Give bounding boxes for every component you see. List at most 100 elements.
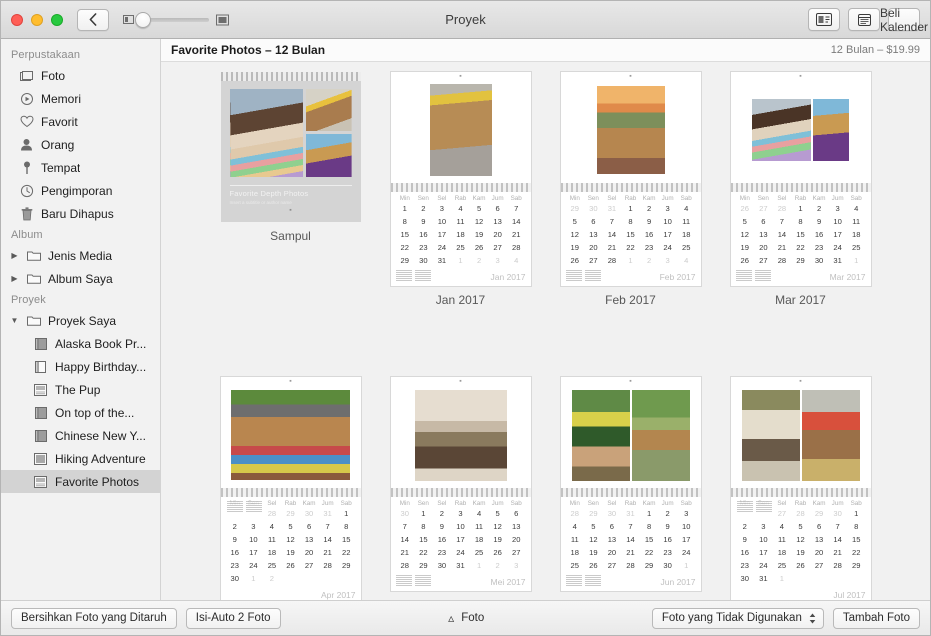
calendar-day: 22: [621, 242, 640, 253]
clear-placed-photos-button[interactable]: Bersihkan Foto yang Ditaruh: [11, 608, 177, 629]
add-photos-button[interactable]: Tambah Foto: [833, 608, 920, 629]
calendar-day: 1: [773, 573, 792, 584]
sidebar-item-hiking-adventure[interactable]: Hiking Adventure: [1, 447, 160, 470]
calendar-page-mei[interactable]: ▪ Min Sen Sel Rab: [391, 377, 531, 591]
calendar-day: 28: [318, 560, 337, 571]
calendar-day: 30: [584, 203, 603, 214]
calendar-page-jun[interactable]: ▪ Min Sen Sel Rab: [561, 377, 701, 591]
cover-photo-secondary-1[interactable]: [306, 89, 351, 131]
page-photo[interactable]: [430, 84, 492, 176]
page-cell-jan[interactable]: ▪ Min Sen Sel Rab: [391, 72, 531, 307]
sidebar-item-baru-dihapus[interactable]: Baru Dihapus: [1, 202, 160, 225]
sidebar-item-alaska-book[interactable]: Alaska Book Pr...: [1, 332, 160, 355]
sidebar-item-happy-birthday[interactable]: Happy Birthday...: [1, 355, 160, 378]
disclosure-triangle-collapsed-icon[interactable]: ▶: [10, 251, 19, 260]
calendar-day: 30: [300, 508, 319, 519]
sidebar-item-pengimporan[interactable]: Pengimporan: [1, 179, 160, 202]
calendar-day: 2: [488, 560, 507, 571]
sidebar-item-jenis-media[interactable]: ▶ Jenis Media: [1, 244, 160, 267]
calendar-page-apr[interactable]: ▪ Min Sen Sel Rab: [221, 377, 361, 600]
page-cell-jun[interactable]: ▪ Min Sen Sel Rab: [561, 377, 701, 600]
calendar-day: 10: [677, 521, 696, 532]
calendar-page-mar[interactable]: ▪ Min Sen Sel Rab: [731, 72, 871, 286]
page-photo[interactable]: [231, 390, 350, 480]
photo-area[interactable]: [561, 383, 701, 488]
photo-area[interactable]: [221, 383, 361, 488]
sidebar-item-favorite-photos[interactable]: Favorite Photos: [1, 470, 160, 493]
calendar-day: 15: [640, 534, 659, 545]
sidebar-item-album-saya[interactable]: ▶ Album Saya: [1, 267, 160, 290]
page-photo[interactable]: [597, 86, 665, 174]
sidebar-item-favorit[interactable]: Favorit: [1, 110, 160, 133]
cover-photo-main[interactable]: [230, 89, 304, 177]
sidebar-item-memori[interactable]: Memori: [1, 87, 160, 110]
book-view-button[interactable]: [808, 8, 840, 31]
sidebar-item-foto[interactable]: Foto: [1, 64, 160, 87]
calendar-day: 9: [736, 534, 755, 545]
slider-knob[interactable]: [135, 12, 151, 28]
zoom-window-button[interactable]: [51, 14, 63, 26]
page-cell-mei[interactable]: ▪ Min Sen Sel Rab: [391, 377, 531, 600]
calendar-page-jul[interactable]: ▪ Min Sen Sel Rab: [731, 377, 871, 600]
page-cell-jul[interactable]: ▪ Min Sen Sel Rab: [731, 377, 871, 600]
photo-filter-popup[interactable]: Foto yang Tidak Digunakan: [652, 608, 824, 629]
sidebar-item-the-pup[interactable]: The Pup: [1, 378, 160, 401]
page-photo-left[interactable]: [742, 390, 800, 481]
cover-title-text[interactable]: Favorite Depth Photos: [230, 185, 352, 198]
page-photo-right[interactable]: [802, 390, 860, 481]
cover-photo-group[interactable]: [230, 89, 352, 177]
page-photo-left[interactable]: [572, 390, 630, 481]
calendar-view-button[interactable]: [848, 8, 880, 31]
weekday-label: Sab: [507, 195, 526, 203]
folder-icon: [26, 313, 41, 328]
weekday-label: Sel: [263, 500, 282, 508]
weekday-label: Sen: [584, 195, 603, 203]
buy-calendar-button[interactable]: Beli Kalender: [888, 8, 920, 31]
weekday-label: Sel: [603, 195, 622, 203]
calendar-day: 23: [226, 560, 245, 571]
sidebar-item-chinese-new-year[interactable]: Chinese New Y...: [1, 424, 160, 447]
disclosure-triangle-expanded-icon[interactable]: ▼: [10, 316, 19, 325]
cover-photo-secondary-2[interactable]: [306, 134, 351, 177]
pages-canvas[interactable]: Favorite Depth Photos Insert a subtitle …: [161, 62, 930, 600]
calendar-day: 30: [396, 508, 415, 519]
chevron-up-icon[interactable]: ▵: [448, 611, 454, 625]
page-cell-mar[interactable]: ▪ Min Sen Sel Rab: [731, 72, 871, 307]
calendar-day: 26: [281, 560, 300, 571]
autofill-button[interactable]: Isi-Auto 2 Foto: [186, 608, 281, 629]
mini-calendars-overlay: [227, 501, 262, 513]
sidebar-item-orang[interactable]: Orang: [1, 133, 160, 156]
thumbnail-size-slider[interactable]: [123, 14, 229, 26]
close-window-button[interactable]: [11, 14, 23, 26]
photo-area[interactable]: [391, 78, 531, 183]
page-photo-right[interactable]: [813, 99, 849, 161]
sidebar-item-label: On top of the...: [55, 406, 134, 420]
disclosure-triangle-collapsed-icon[interactable]: ▶: [10, 274, 19, 283]
page-cell-cover[interactable]: Favorite Depth Photos Insert a subtitle …: [221, 72, 361, 307]
toolbar-right-group: Beli Kalender: [808, 8, 920, 31]
sidebar-item-proyek-saya[interactable]: ▼ Proyek Saya: [1, 309, 160, 332]
calendar-page-jan[interactable]: ▪ Min Sen Sel Rab: [391, 72, 531, 286]
calendar-day: 16: [736, 547, 755, 558]
photo-area[interactable]: [731, 78, 871, 183]
photo-area[interactable]: [391, 383, 531, 488]
page-cell-feb[interactable]: ▪ Min Sen Sel Rab: [561, 72, 701, 307]
photo-area[interactable]: [731, 383, 871, 488]
page-cell-apr[interactable]: ▪ Min Sen Sel Rab: [221, 377, 361, 600]
back-button[interactable]: [77, 9, 109, 31]
page-photo[interactable]: [415, 390, 507, 481]
mini-calendar-next: [246, 501, 262, 513]
slider-track[interactable]: [141, 18, 209, 22]
sidebar-item-tempat[interactable]: Tempat: [1, 156, 160, 179]
folder-icon: [26, 271, 41, 286]
minimize-window-button[interactable]: [31, 14, 43, 26]
sidebar-item-on-top-of-the[interactable]: On top of the...: [1, 401, 160, 424]
calendar-page-feb[interactable]: ▪ Min Sen Sel Rab: [561, 72, 701, 286]
page-photo-left[interactable]: [752, 99, 811, 161]
cover-subtitle-text[interactable]: Insert a subtitle or author name: [230, 200, 352, 205]
photos-tray-toggle[interactable]: ▵ Foto: [448, 611, 484, 625]
calendar-page-cover[interactable]: Favorite Depth Photos Insert a subtitle …: [221, 72, 361, 222]
photo-area[interactable]: [561, 78, 701, 183]
calendar-day: 14: [507, 216, 526, 227]
page-photo-right[interactable]: [632, 390, 690, 481]
